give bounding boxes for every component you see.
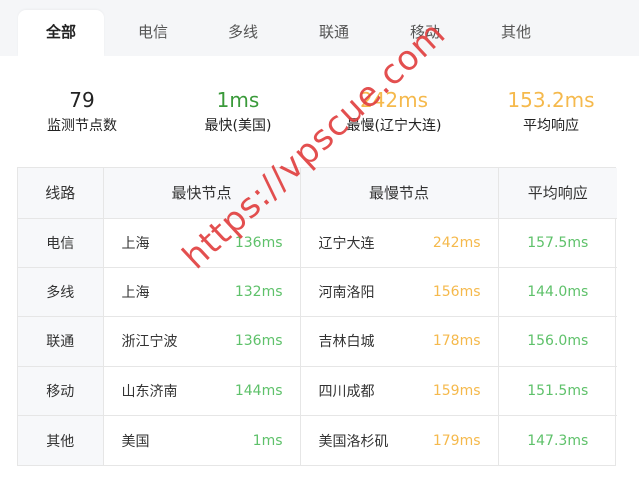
stat-fastest: 1ms 最快(美国) (163, 87, 313, 137)
tab-all[interactable]: 全部 (18, 10, 104, 56)
header-line: 线路 (18, 168, 104, 219)
stat-slowest: 242ms 最慢(辽宁大连) (319, 87, 469, 137)
fast-node-name: 山东济南 (121, 383, 178, 400)
cell-fastest: 上海 136ms (103, 218, 301, 268)
slow-node-ms: 159ms (432, 382, 481, 399)
cell-line: 电信 (18, 218, 104, 268)
tab-mobile[interactable]: 移动 (382, 10, 468, 56)
fast-node-name: 上海 (121, 285, 150, 302)
cell-line: 多线 (18, 267, 104, 318)
stat-value: 79 (69, 88, 95, 112)
fast-node-name: 美国 (121, 433, 150, 450)
slow-node-name: 美国洛杉矶 (318, 433, 389, 450)
table-row: 多线 上海 132ms 河南洛阳 156ms 144.0ms (18, 267, 617, 318)
stat-label: 平均响应 (523, 118, 579, 134)
slow-node-ms: 178ms (432, 333, 481, 350)
slow-node-name: 辽宁大连 (318, 235, 375, 252)
slow-node-ms: 156ms (432, 284, 481, 301)
header-fastest-node: 最快节点 (103, 168, 301, 219)
cell-fastest: 山东济南 144ms (103, 366, 301, 417)
cell-average: 147.3ms (527, 432, 589, 449)
cell-line: 联通 (18, 316, 104, 367)
table-row: 其他 美国 1ms 美国洛杉矶 179ms 147.3ms (18, 415, 617, 465)
cell-fastest: 浙江宁波 136ms (103, 316, 301, 367)
stat-label: 最快(美国) (204, 118, 272, 134)
tab-telecom[interactable]: 电信 (110, 10, 196, 56)
cell-line: 移动 (18, 366, 104, 417)
table-header-row: 线路 最快节点 最慢节点 平均响应 (18, 168, 617, 219)
stat-average: 153.2ms 平均响应 (476, 87, 626, 137)
table-row: 电信 上海 136ms 辽宁大连 242ms 157.5ms (18, 218, 617, 268)
fast-node-ms: 136ms (234, 333, 283, 350)
stats-summary: 79 监测节点数 1ms 最快(美国) 242ms 最慢(辽宁大连) 153.2… (0, 87, 639, 143)
fast-node-name: 浙江宁波 (121, 334, 178, 351)
table-row: 移动 山东济南 144ms 四川成都 159ms 151.5ms (18, 366, 617, 417)
stat-value: 153.2ms (507, 88, 595, 112)
header-average: 平均响应 (498, 168, 617, 219)
cell-slowest: 河南洛阳 156ms (300, 267, 499, 318)
cell-slowest: 吉林白城 178ms (300, 316, 499, 367)
stat-value: 242ms (359, 88, 429, 112)
cell-slowest: 美国洛杉矶 179ms (300, 415, 499, 465)
stat-label: 最慢(辽宁大连) (346, 118, 442, 134)
fast-node-name: 上海 (121, 235, 150, 252)
cell-average: 144.0ms (498, 267, 617, 318)
table-row: 联通 浙江宁波 136ms 吉林白城 178ms 156.0ms (18, 316, 617, 367)
stat-node-count: 79 监测节点数 (7, 87, 157, 137)
fast-node-ms: 1ms (252, 432, 283, 449)
tab-unicom[interactable]: 联通 (291, 10, 377, 56)
slow-node-name: 吉林白城 (318, 334, 375, 351)
slow-node-name: 四川成都 (318, 383, 375, 400)
stat-value: 1ms (216, 88, 260, 112)
tab-multiline[interactable]: 多线 (200, 10, 286, 56)
cell-average: 156.0ms (498, 316, 617, 367)
cell-slowest: 四川成都 159ms (300, 366, 499, 417)
tab-other[interactable]: 其他 (473, 10, 559, 56)
fast-node-ms: 144ms (234, 382, 283, 399)
slow-node-ms: 179ms (432, 432, 481, 449)
slow-node-ms: 242ms (432, 234, 481, 251)
latency-table: 线路 最快节点 最慢节点 平均响应 电信 上海 136ms 辽宁大连 242ms 1… (17, 167, 617, 466)
cell-average: 157.5ms (498, 218, 617, 268)
cell-fastest: 美国 1ms (103, 415, 301, 465)
header-slowest-node: 最慢节点 (300, 168, 499, 219)
cell-slowest: 辽宁大连 242ms (300, 218, 499, 268)
fast-node-ms: 132ms (234, 284, 283, 301)
cell-average: 151.5ms (498, 366, 617, 417)
stat-label: 监测节点数 (47, 118, 117, 134)
slow-node-name: 河南洛阳 (318, 285, 375, 302)
cell-line: 其他 (18, 415, 104, 465)
tab-bar: 全部 电信 多线 联通 移动 其他 (0, 0, 639, 56)
cell-fastest: 上海 132ms (103, 267, 301, 318)
fast-node-ms: 136ms (234, 234, 283, 251)
